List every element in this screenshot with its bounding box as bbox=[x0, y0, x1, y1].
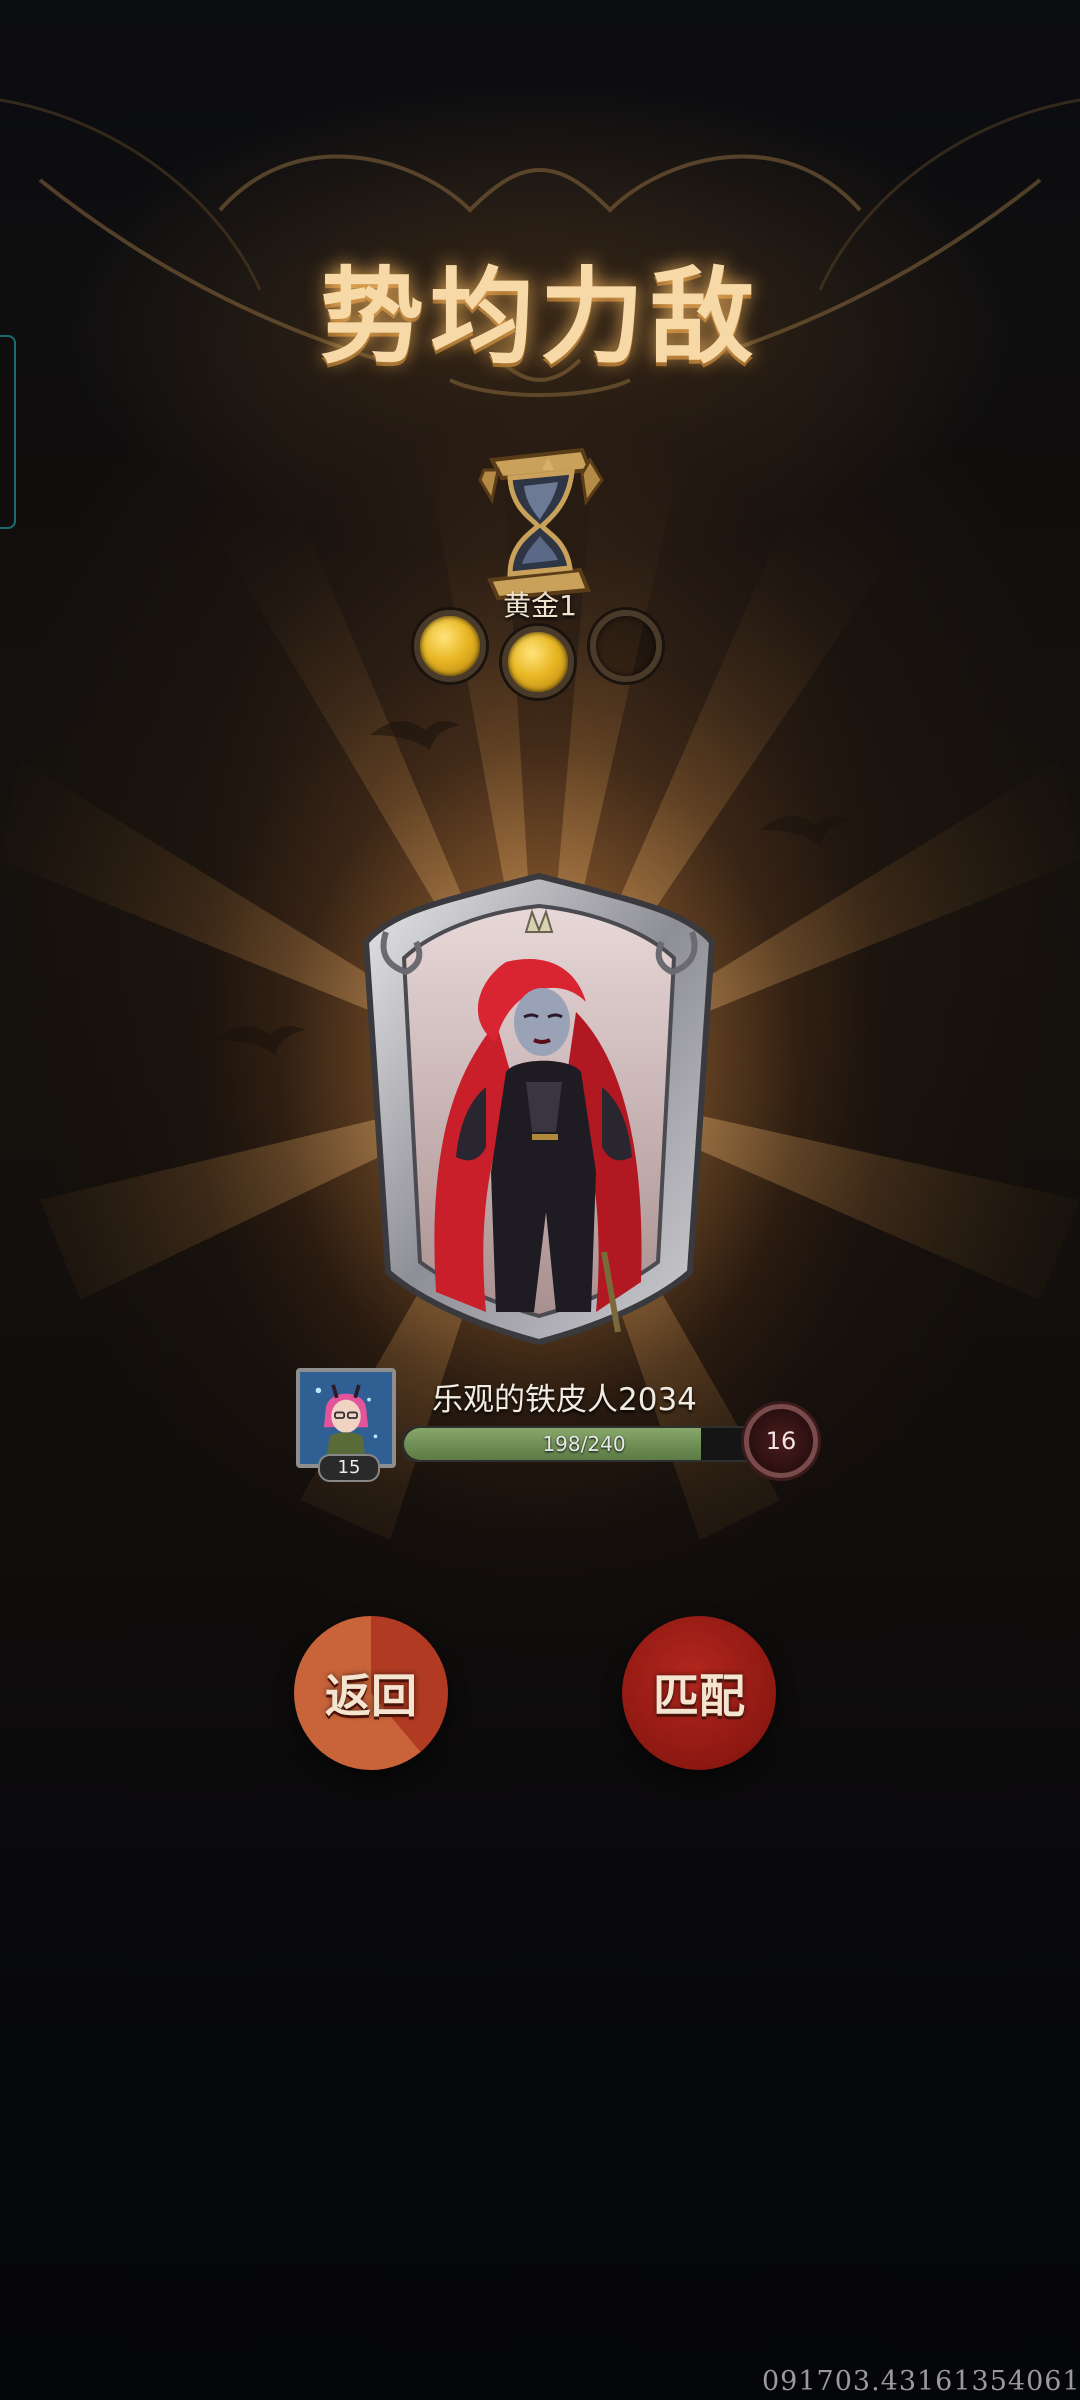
match-button[interactable]: 匹配 bbox=[622, 1616, 776, 1770]
avatar-character-icon bbox=[300, 1372, 392, 1464]
xp-progress-bar: 198/240 bbox=[402, 1426, 766, 1462]
rank-pip-filled bbox=[502, 626, 574, 698]
rank-pip-empty bbox=[590, 610, 662, 682]
hourglass-icon bbox=[478, 447, 604, 601]
avatar-level-badge: 15 bbox=[318, 1454, 380, 1482]
xp-progress-text: 198/240 bbox=[542, 1432, 626, 1456]
build-watermark: 091703.43161354061 bbox=[762, 2366, 1080, 2397]
back-button[interactable]: 返回 bbox=[294, 1616, 448, 1770]
player-name: 乐观的铁皮人2034 bbox=[432, 1382, 697, 1418]
page-title: 势均力敌 bbox=[319, 255, 760, 378]
account-level-badge: 16 bbox=[744, 1404, 818, 1478]
rank-pips bbox=[410, 604, 670, 700]
rank-pip-filled bbox=[414, 610, 486, 682]
hero-portrait bbox=[362, 872, 716, 1346]
player-avatar[interactable] bbox=[296, 1368, 396, 1468]
